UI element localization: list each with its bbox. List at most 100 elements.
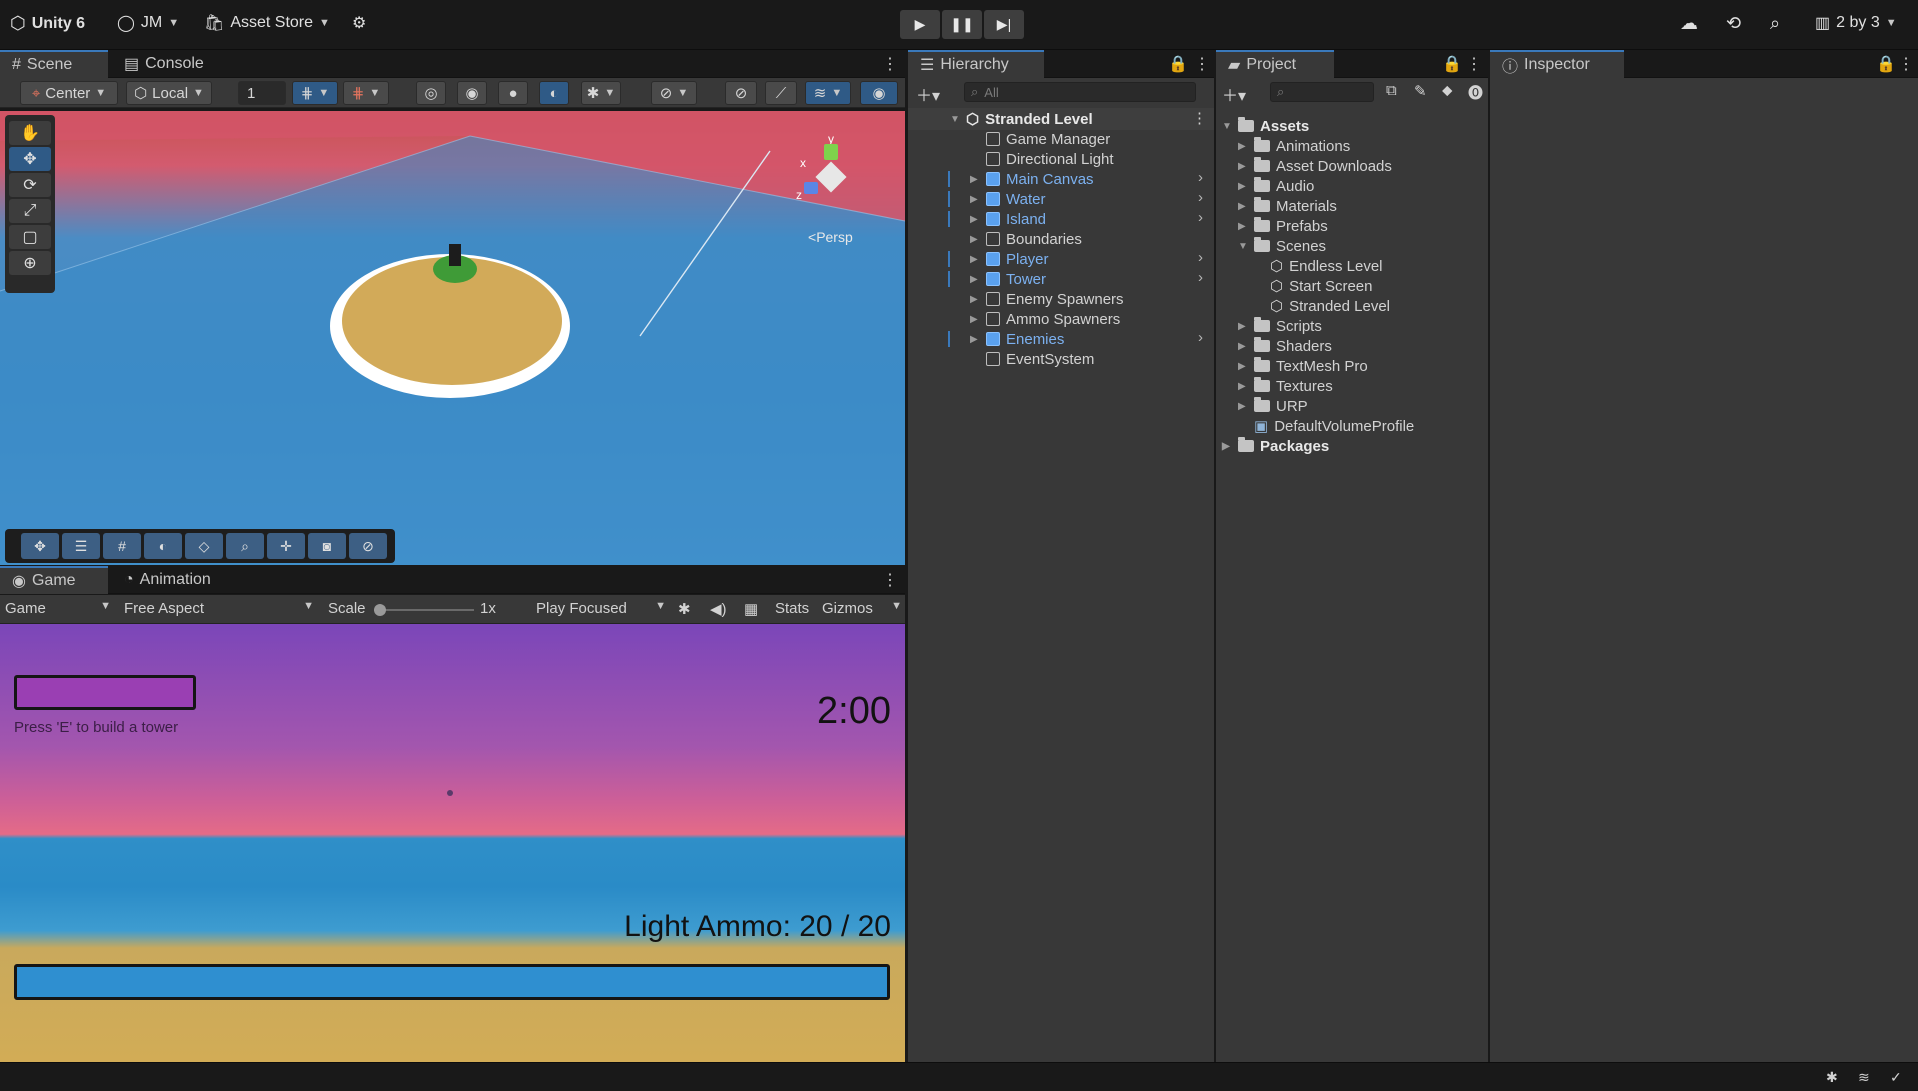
cloud-button[interactable]: ☁ [1680, 13, 1698, 34]
chevron-right-icon[interactable]: ▶ [1238, 201, 1248, 212]
project-folder[interactable]: ▶ Scripts [1238, 316, 1322, 336]
more-options-icon[interactable]: ⋮ [882, 54, 898, 74]
lock-icon[interactable]: 🔒 [1168, 54, 1188, 74]
more-options-icon[interactable]: ⋮ [1898, 54, 1914, 74]
project-packages-folder[interactable]: ▶ Packages [1222, 436, 1329, 456]
project-folder[interactable]: ▶ Shaders [1238, 336, 1332, 356]
shaded-button[interactable]: ● [498, 81, 528, 105]
hierarchy-item[interactable]: ▶ Island [970, 209, 1046, 229]
chevron-right-icon[interactable]: ▶ [970, 174, 980, 185]
scene-view-mode-button[interactable]: ⊘ ▼ [651, 81, 697, 105]
wireframe-shading-button[interactable]: ◎ [416, 81, 446, 105]
search-button[interactable]: ⌕ [1770, 13, 1780, 34]
open-prefab-chevron-icon[interactable]: › [1198, 209, 1203, 226]
lock-icon[interactable]: 🔒 [1442, 54, 1462, 74]
chevron-down-icon[interactable]: ▼ [1238, 241, 1248, 252]
overlay-orientation-button[interactable]: ⊘ [349, 533, 387, 559]
chevron-right-icon[interactable]: ▶ [970, 334, 980, 345]
history-button[interactable]: ⟲ [1726, 13, 1741, 34]
tab-scene[interactable]: # Scene [0, 50, 108, 78]
play-mode-dropdown[interactable]: Play Focused ▼ [536, 600, 666, 617]
move-tool-button[interactable]: ✥ [9, 147, 51, 171]
open-prefab-chevron-icon[interactable]: › [1198, 249, 1203, 266]
space-dropdown[interactable]: ⬡ Local ▼ [126, 81, 212, 105]
hand-tool-button[interactable]: ✋ [9, 121, 51, 145]
chevron-right-icon[interactable]: ▶ [1238, 401, 1248, 412]
stats-button[interactable]: Stats [775, 600, 809, 617]
overlay-pivot-button[interactable]: ✛ [267, 533, 305, 559]
step-button[interactable]: ▶| [984, 10, 1024, 39]
project-folder[interactable]: ▶ Textures [1238, 376, 1333, 396]
chevron-down-icon[interactable]: ▼ [1222, 121, 1232, 132]
lighting-mode-button[interactable]: ◐ [539, 81, 569, 105]
settings-button[interactable]: ⚙ [352, 13, 366, 33]
hierarchy-item[interactable]: ▶ Water [970, 189, 1045, 209]
hierarchy-item[interactable]: ▶ Enemies [970, 329, 1064, 349]
fx-toggle-button[interactable]: ⟋ [765, 81, 797, 105]
shaded-wireframe-button[interactable]: ◉ [457, 81, 487, 105]
layers-button[interactable]: ≋ ▼ [805, 81, 851, 105]
project-scene-asset[interactable]: ⬡ Stranded Level [1254, 296, 1390, 316]
cache-icon[interactable]: ≋ [1858, 1069, 1870, 1086]
chevron-right-icon[interactable]: ▶ [970, 214, 980, 225]
more-options-icon[interactable]: ⋮ [882, 570, 898, 590]
gizmos-dropdown[interactable]: Gizmos ▼ [822, 600, 902, 617]
tag-icon[interactable]: ⬥ [1442, 82, 1453, 99]
increment-snap-button[interactable]: ⋕ ▼ [343, 81, 389, 105]
more-options-icon[interactable]: ⋮ [1466, 54, 1482, 74]
scale-slider-thumb[interactable] [374, 604, 386, 616]
warning-icon[interactable]: ⓿ [1468, 82, 1483, 103]
check-icon[interactable]: ✓ [1890, 1069, 1902, 1086]
tab-project[interactable]: ▰ Project [1216, 50, 1334, 78]
chevron-right-icon[interactable]: ▶ [970, 294, 980, 305]
chevron-right-icon[interactable]: ▶ [1238, 381, 1248, 392]
scene-root-item[interactable]: ▼ ⬡ Stranded Level [950, 109, 1093, 129]
display-dropdown[interactable]: Game ▼ [5, 600, 111, 617]
tab-inspector[interactable]: ⓘ Inspector [1490, 50, 1624, 78]
tab-game[interactable]: ◉ Game [0, 566, 108, 594]
orientation-gizmo[interactable]: y x z [790, 132, 870, 206]
chevron-right-icon[interactable]: ▶ [1238, 341, 1248, 352]
more-options-icon[interactable]: ⋮ [1194, 54, 1210, 74]
hierarchy-item[interactable]: ▶ Ammo Spawners [970, 309, 1120, 329]
hierarchy-search-input[interactable]: ⌕ All [964, 82, 1196, 102]
hierarchy-item[interactable]: Directional Light [970, 149, 1114, 169]
chevron-right-icon[interactable]: ▶ [1222, 441, 1232, 452]
rotate-tool-button[interactable]: ⟳ [9, 173, 51, 197]
hierarchy-item[interactable]: ▶ Player [970, 249, 1049, 269]
projection-toggle[interactable]: <Persp [808, 229, 853, 245]
play-button[interactable]: ▶ [900, 10, 940, 39]
project-create-button[interactable]: ＋▾ [1222, 82, 1246, 106]
account-dropdown[interactable]: ◯ JM ▼ [117, 13, 179, 33]
pause-button[interactable]: ❚❚ [942, 10, 982, 39]
chevron-right-icon[interactable]: ▶ [1238, 161, 1248, 172]
filter-type-icon[interactable]: ⧉ [1386, 82, 1397, 99]
scale-slider[interactable] [374, 604, 474, 616]
project-asset-file[interactable]: ▣ DefaultVolumeProfile [1238, 416, 1414, 436]
lock-icon[interactable]: 🔒 [1876, 54, 1896, 74]
pivot-dropdown[interactable]: ⌖ Center ▼ [20, 81, 118, 105]
chevron-right-icon[interactable]: ▶ [1238, 361, 1248, 372]
visibility-button[interactable]: ◉ [860, 81, 898, 105]
project-search-input[interactable]: ⌕ [1270, 82, 1374, 102]
layout-dropdown[interactable]: ▥ 2 by 3 ▼ [1815, 13, 1897, 33]
chevron-right-icon[interactable]: ▶ [970, 194, 980, 205]
debug-draw-button[interactable]: ✱ ▼ [581, 81, 621, 105]
open-prefab-chevron-icon[interactable]: › [1198, 189, 1203, 206]
overlay-plane-button[interactable]: ◇ [185, 533, 223, 559]
project-scene-asset[interactable]: ⬡ Endless Level [1254, 256, 1383, 276]
grid-snap-button[interactable]: ⋕ ▼ [292, 81, 338, 105]
asset-store-dropdown[interactable]: 🛍 Asset Store ▼ [204, 13, 330, 33]
project-root-folder[interactable]: ▼ Assets [1222, 116, 1309, 136]
tab-console[interactable]: ▤ Console [112, 50, 216, 78]
keyboard-icon[interactable]: ▦ [744, 600, 758, 618]
chevron-right-icon[interactable]: ▶ [1238, 221, 1248, 232]
overlay-search-button[interactable]: ⌕ [226, 533, 264, 559]
project-folder[interactable]: ▶ TextMesh Pro [1238, 356, 1368, 376]
scene-viewport[interactable]: y x z <Persp [0, 111, 905, 565]
hierarchy-item[interactable]: ▶ Main Canvas [970, 169, 1094, 189]
open-prefab-chevron-icon[interactable]: › [1198, 169, 1203, 186]
filter-label-icon[interactable]: ✎ [1414, 82, 1427, 100]
game-viewport[interactable]: Press 'E' to build a tower 2:00 Light Am… [0, 624, 905, 1062]
hierarchy-item[interactable]: Game Manager [970, 129, 1110, 149]
